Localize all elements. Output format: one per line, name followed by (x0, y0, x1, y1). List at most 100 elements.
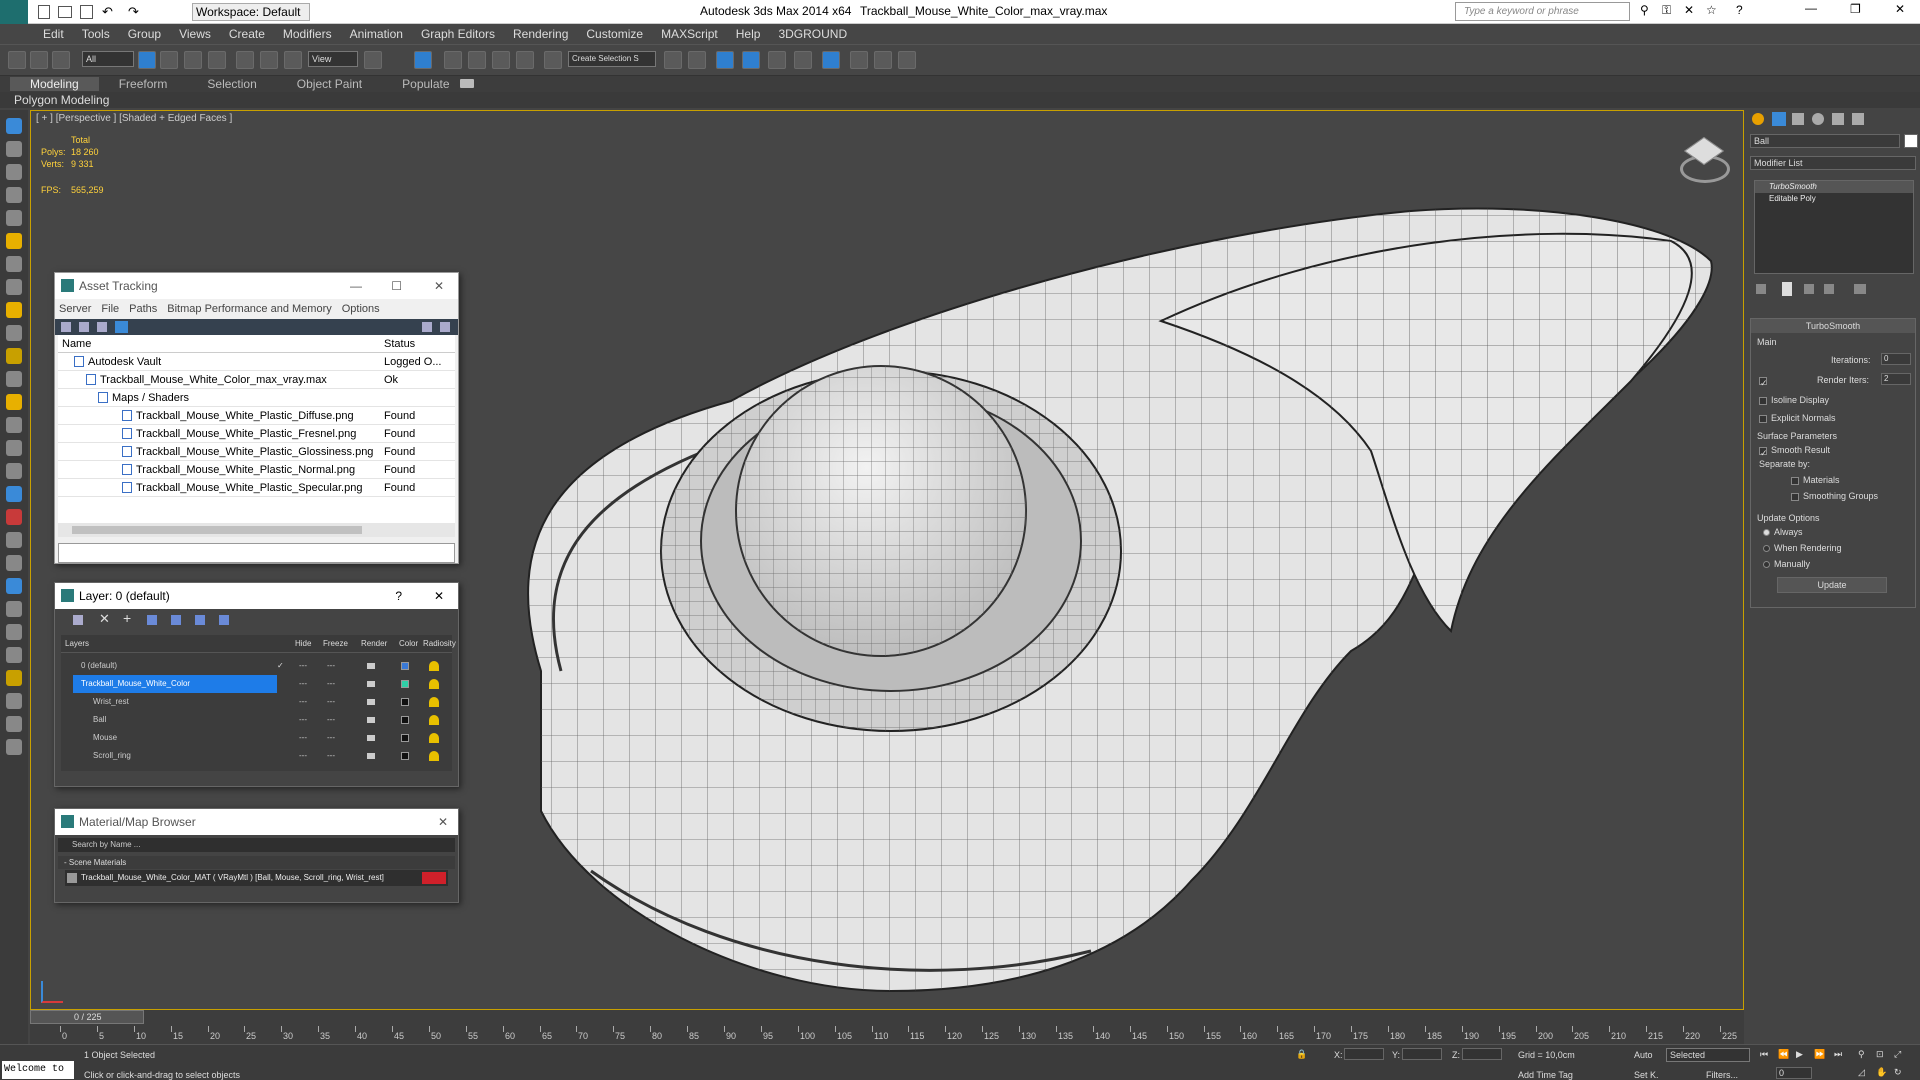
radiosity-icon[interactable] (429, 679, 439, 689)
vertex-icon[interactable] (6, 187, 22, 203)
binoculars-icon[interactable]: ⚲ (1640, 3, 1649, 17)
asset-tracking-dialog[interactable]: Asset Tracking — ☐ ✕ Server File Paths Bitm… (54, 272, 459, 564)
tab-selection[interactable]: Selection (187, 77, 276, 91)
curve-editor-icon[interactable] (768, 51, 786, 69)
auto-key-button[interactable]: Auto (1634, 1050, 1653, 1060)
isoline-checkbox[interactable] (1759, 396, 1767, 405)
add-time-tag[interactable]: Add Time Tag (1518, 1070, 1573, 1080)
tools-icon[interactable]: ✕ (1684, 3, 1694, 17)
link-icon[interactable] (8, 51, 26, 69)
lock-selection-icon[interactable]: 🔒 (1296, 1049, 1307, 1060)
when-rendering-radio[interactable] (1763, 545, 1770, 553)
layer-column-hide[interactable]: Hide (295, 635, 311, 653)
select-in-layer-icon[interactable] (147, 615, 157, 625)
polygon-icon[interactable] (6, 256, 22, 272)
material-browser-dialog[interactable]: Material/Map Browser ✕ Search by Name ..… (54, 808, 459, 903)
selection-filter-dropdown[interactable]: All (82, 51, 134, 67)
attach-icon[interactable] (6, 693, 22, 709)
radiosity-icon[interactable] (429, 661, 439, 671)
rotate-icon[interactable] (260, 51, 278, 69)
timeline-ruler[interactable]: 0 5 10 15 20 25 30 35 40 45 50 55 60 65 70 75 80 85 90 95 10… (60, 1026, 1744, 1044)
layer-column-layers[interactable]: Layers (65, 635, 89, 653)
render-iters-spinner[interactable]: 2 (1881, 373, 1911, 385)
window-crossing-icon[interactable] (208, 51, 226, 69)
asset-row[interactable]: Trackball_Mouse_White_Plastic_Fresnel.pn… (58, 425, 455, 443)
asset-row[interactable]: Trackball_Mouse_White_Plastic_Normal.png… (58, 461, 455, 479)
minimize-icon[interactable]: — (350, 273, 362, 299)
next-frame-icon[interactable]: ⏩ (1814, 1049, 1825, 1060)
cap-icon[interactable] (6, 716, 22, 732)
ribbon-options-icon[interactable] (460, 79, 474, 88)
hide-toggle[interactable]: --- (299, 675, 307, 693)
asset-row[interactable]: Trackball_Mouse_White_Plastic_Glossiness… (58, 443, 455, 461)
mirror-icon[interactable] (664, 51, 682, 69)
menu-modifiers[interactable]: Modifiers (283, 27, 332, 41)
layer-column-freeze[interactable]: Freeze (323, 635, 348, 653)
close-icon[interactable]: ✕ (1895, 2, 1905, 16)
menu-file[interactable]: File (101, 303, 119, 315)
outline-icon[interactable] (6, 463, 22, 479)
sub-object-icon[interactable] (6, 164, 22, 180)
hide-toggle[interactable]: --- (299, 729, 307, 747)
layer-color-swatch[interactable] (401, 680, 409, 688)
table-view-icon[interactable] (115, 321, 128, 333)
favorites-icon[interactable]: ☆ (1706, 3, 1717, 17)
show-end-result-icon[interactable] (1782, 282, 1792, 296)
zoom-icon[interactable]: ⚲ (1858, 1049, 1865, 1060)
motion-tab-icon[interactable] (1812, 113, 1824, 125)
tree-view-icon[interactable] (97, 322, 107, 332)
maxscript-listener[interactable]: Welcome to (2, 1061, 74, 1079)
asset-row[interactable]: Trackball_Mouse_White_Plastic_Diffuse.pn… (58, 407, 455, 425)
undo-icon[interactable]: ↶ (102, 4, 113, 20)
border-icon[interactable] (6, 233, 22, 249)
layer-row[interactable]: Ball --- --- (61, 711, 457, 729)
current-layer-checkmark[interactable]: ✓ (277, 657, 284, 675)
menu-options[interactable]: Options (342, 303, 380, 315)
render-toggle-icon[interactable] (367, 753, 375, 759)
menu-edit[interactable]: Edit (43, 27, 64, 41)
zoom-extents-icon[interactable]: ⊡ (1876, 1049, 1884, 1060)
render-toggle-icon[interactable] (367, 717, 375, 723)
graphite-toolbar-icon[interactable] (742, 51, 760, 69)
smooth-result-checkbox[interactable]: ✓ (1759, 446, 1768, 458)
refresh-icon[interactable] (61, 322, 71, 332)
create-tab-icon[interactable] (1752, 113, 1764, 125)
unlink-icon[interactable] (30, 51, 48, 69)
layer-color-swatch[interactable] (401, 698, 409, 706)
render-toggle-icon[interactable] (367, 681, 375, 687)
editable-poly-icon[interactable] (6, 141, 22, 157)
display-tab-icon[interactable] (1832, 113, 1844, 125)
ring-icon[interactable] (6, 348, 22, 364)
close-icon[interactable]: ✕ (434, 273, 444, 299)
schematic-view-icon[interactable] (794, 51, 812, 69)
chamfer-icon[interactable] (6, 509, 22, 525)
bind-space-warp-icon[interactable] (52, 51, 70, 69)
hierarchy-tab-icon[interactable] (1792, 113, 1804, 125)
layer-dialog[interactable]: Layer: 0 (default) ? ✕ ✕ + Layers Hide Fre… (54, 582, 459, 787)
always-radio[interactable] (1763, 529, 1770, 537)
reference-coordinate-dropdown[interactable]: View (308, 51, 358, 67)
material-editor-icon[interactable] (822, 51, 840, 69)
snaps-toggle-icon[interactable] (444, 51, 462, 69)
radiosity-icon[interactable] (429, 733, 439, 743)
remove-modifier-icon[interactable] (1824, 284, 1834, 294)
maximize-icon[interactable]: ☐ (391, 273, 402, 299)
pivot-center-icon[interactable] (364, 51, 382, 69)
layer-color-swatch[interactable] (401, 752, 409, 760)
stack-item-turbosmooth[interactable]: TurboSmooth (1755, 181, 1913, 193)
detach-icon[interactable] (6, 670, 22, 686)
current-frame-field[interactable]: 0 (1776, 1067, 1812, 1079)
edit-named-selection-icon[interactable] (544, 51, 562, 69)
layer-row[interactable]: Trackball_Mouse_White_Color --- --- (61, 675, 457, 693)
column-name[interactable]: Name (62, 335, 91, 353)
render-production-icon[interactable] (898, 51, 916, 69)
object-color-swatch[interactable] (1904, 134, 1918, 148)
column-status[interactable]: Status (384, 335, 415, 353)
asset-row[interactable]: Autodesk Vault Logged O... (58, 353, 455, 371)
radiosity-icon[interactable] (429, 751, 439, 761)
edit-poly-icon[interactable] (6, 118, 22, 134)
asset-row[interactable]: Trackball_Mouse_White_Color_max_vray.max… (58, 371, 455, 389)
manually-radio[interactable] (1763, 561, 1770, 569)
align-icon[interactable] (688, 51, 706, 69)
element-icon[interactable] (6, 279, 22, 295)
